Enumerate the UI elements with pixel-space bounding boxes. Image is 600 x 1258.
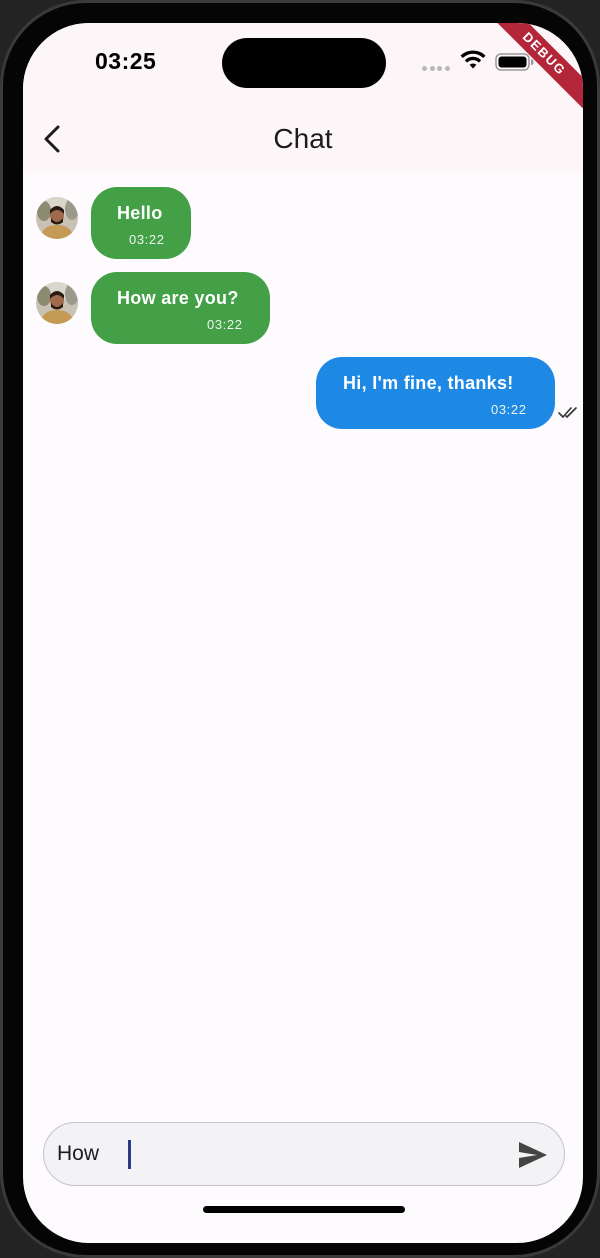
home-indicator[interactable] (203, 1206, 405, 1213)
signal-dots-icon (422, 66, 452, 72)
message-text: Hi, I'm fine, thanks! (343, 373, 514, 393)
message-bubble[interactable]: How are you? 03:22 (91, 272, 270, 344)
wifi-icon (460, 50, 486, 69)
dynamic-island (222, 38, 386, 88)
avatar-icon (36, 197, 78, 239)
status-bar: 03:25 DEBUG Chat (23, 23, 583, 173)
message-list[interactable]: Hello 03:22 How are you? 03:22 Hi, I'm f… (23, 173, 583, 1113)
message-row-incoming: How are you? 03:22 (23, 258, 583, 344)
message-composer (43, 1122, 565, 1186)
message-time: 03:22 (491, 402, 527, 417)
page-title: Chat (273, 123, 333, 154)
phone-frame: 03:25 DEBUG Chat Hello 03:22 How are you… (0, 0, 600, 1258)
text-caret (128, 1140, 131, 1169)
avatar-icon (36, 282, 78, 324)
message-row-incoming: Hello 03:22 (23, 173, 583, 259)
battery-icon (495, 53, 534, 71)
message-bubble[interactable]: Hi, I'm fine, thanks! 03:22 (316, 357, 555, 429)
message-time: 03:22 (207, 317, 243, 332)
message-input[interactable] (57, 1123, 497, 1185)
message-row-outgoing: Hi, I'm fine, thanks! 03:22 (23, 343, 583, 429)
message-text: Hello (117, 203, 163, 223)
phone-screen: 03:25 DEBUG Chat Hello 03:22 How are you… (23, 23, 583, 1243)
double-check-icon (558, 407, 577, 418)
message-bubble[interactable]: Hello 03:22 (91, 187, 191, 259)
send-icon[interactable] (517, 1140, 549, 1170)
message-time: 03:22 (129, 232, 165, 247)
message-text: How are you? (117, 288, 239, 308)
app-bar: Chat (23, 103, 583, 173)
status-time: 03:25 (95, 48, 157, 74)
